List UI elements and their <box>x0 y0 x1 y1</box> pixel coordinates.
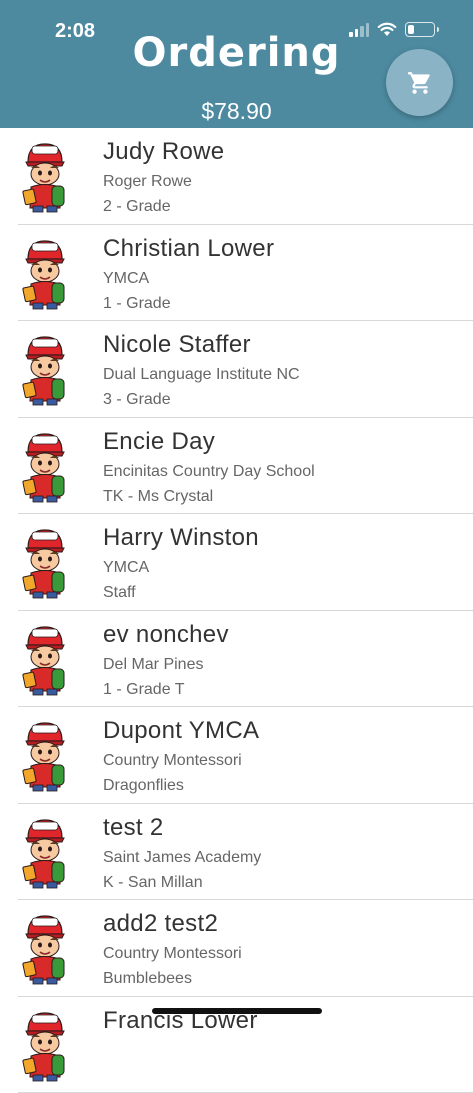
student-school: YMCA <box>103 559 149 577</box>
home-indicator <box>152 1008 322 1014</box>
student-name: Dupont YMCA <box>103 717 259 745</box>
student-name: test 2 <box>103 814 164 842</box>
student-name: add2 test2 <box>103 910 218 938</box>
student-name: Christian Lower <box>103 235 274 263</box>
cart-button[interactable] <box>386 49 453 116</box>
app-header: 2:08 Ordering $78.90 <box>0 0 473 128</box>
student-school: Country Montessori <box>103 752 242 770</box>
student-list: Judy Rowe Roger Rowe 2 - Grade Christian… <box>0 128 473 1093</box>
student-grade: Dragonflies <box>103 777 184 795</box>
student-name: Judy Rowe <box>103 138 224 166</box>
student-school: Del Mar Pines <box>103 656 203 674</box>
student-school: Country Montessori <box>103 945 242 963</box>
student-row[interactable]: Nicole Staffer Dual Language Institute N… <box>0 321 473 418</box>
student-grade: Bumblebees <box>103 970 192 988</box>
student-grade: TK - Ms Crystal <box>103 488 213 506</box>
student-grade: 2 - Grade <box>103 198 171 216</box>
student-avatar-icon <box>22 333 68 407</box>
student-avatar-icon <box>22 1009 68 1083</box>
student-grade: 1 - Grade T <box>103 681 185 699</box>
student-avatar-icon <box>22 912 68 986</box>
student-row[interactable]: Dupont YMCA Country Montessori Dragonfli… <box>0 707 473 804</box>
student-avatar-icon <box>22 719 68 793</box>
student-school: Encinitas Country Day School <box>103 463 315 481</box>
student-grade: Staff <box>103 584 136 602</box>
student-row[interactable]: test 2 Saint James Academy K - San Milla… <box>0 804 473 901</box>
student-school: Dual Language Institute NC <box>103 366 300 384</box>
student-name: ev nonchev <box>103 621 229 649</box>
student-avatar-icon <box>22 430 68 504</box>
student-avatar-icon <box>22 816 68 890</box>
student-row[interactable]: add2 test2 Country Montessori Bumblebees <box>0 900 473 997</box>
student-grade: K - San Millan <box>103 874 203 892</box>
student-row[interactable]: Christian Lower YMCA 1 - Grade <box>0 225 473 322</box>
student-grade: 3 - Grade <box>103 391 171 409</box>
student-row[interactable]: ev nonchev Del Mar Pines 1 - Grade T <box>0 611 473 708</box>
student-name: Harry Winston <box>103 524 259 552</box>
student-school: Saint James Academy <box>103 849 261 867</box>
student-grade: 1 - Grade <box>103 295 171 313</box>
student-avatar-icon <box>22 237 68 311</box>
student-avatar-icon <box>22 140 68 214</box>
student-row[interactable]: Encie Day Encinitas Country Day School T… <box>0 418 473 515</box>
cart-icon <box>407 70 433 96</box>
student-name: Nicole Staffer <box>103 331 251 359</box>
student-school: Roger Rowe <box>103 173 192 191</box>
student-row[interactable]: Judy Rowe Roger Rowe 2 - Grade <box>0 128 473 225</box>
student-avatar-icon <box>22 623 68 697</box>
student-avatar-icon <box>22 526 68 600</box>
student-school: YMCA <box>103 270 149 288</box>
student-name: Encie Day <box>103 428 215 456</box>
student-row[interactable]: Harry Winston YMCA Staff <box>0 514 473 611</box>
